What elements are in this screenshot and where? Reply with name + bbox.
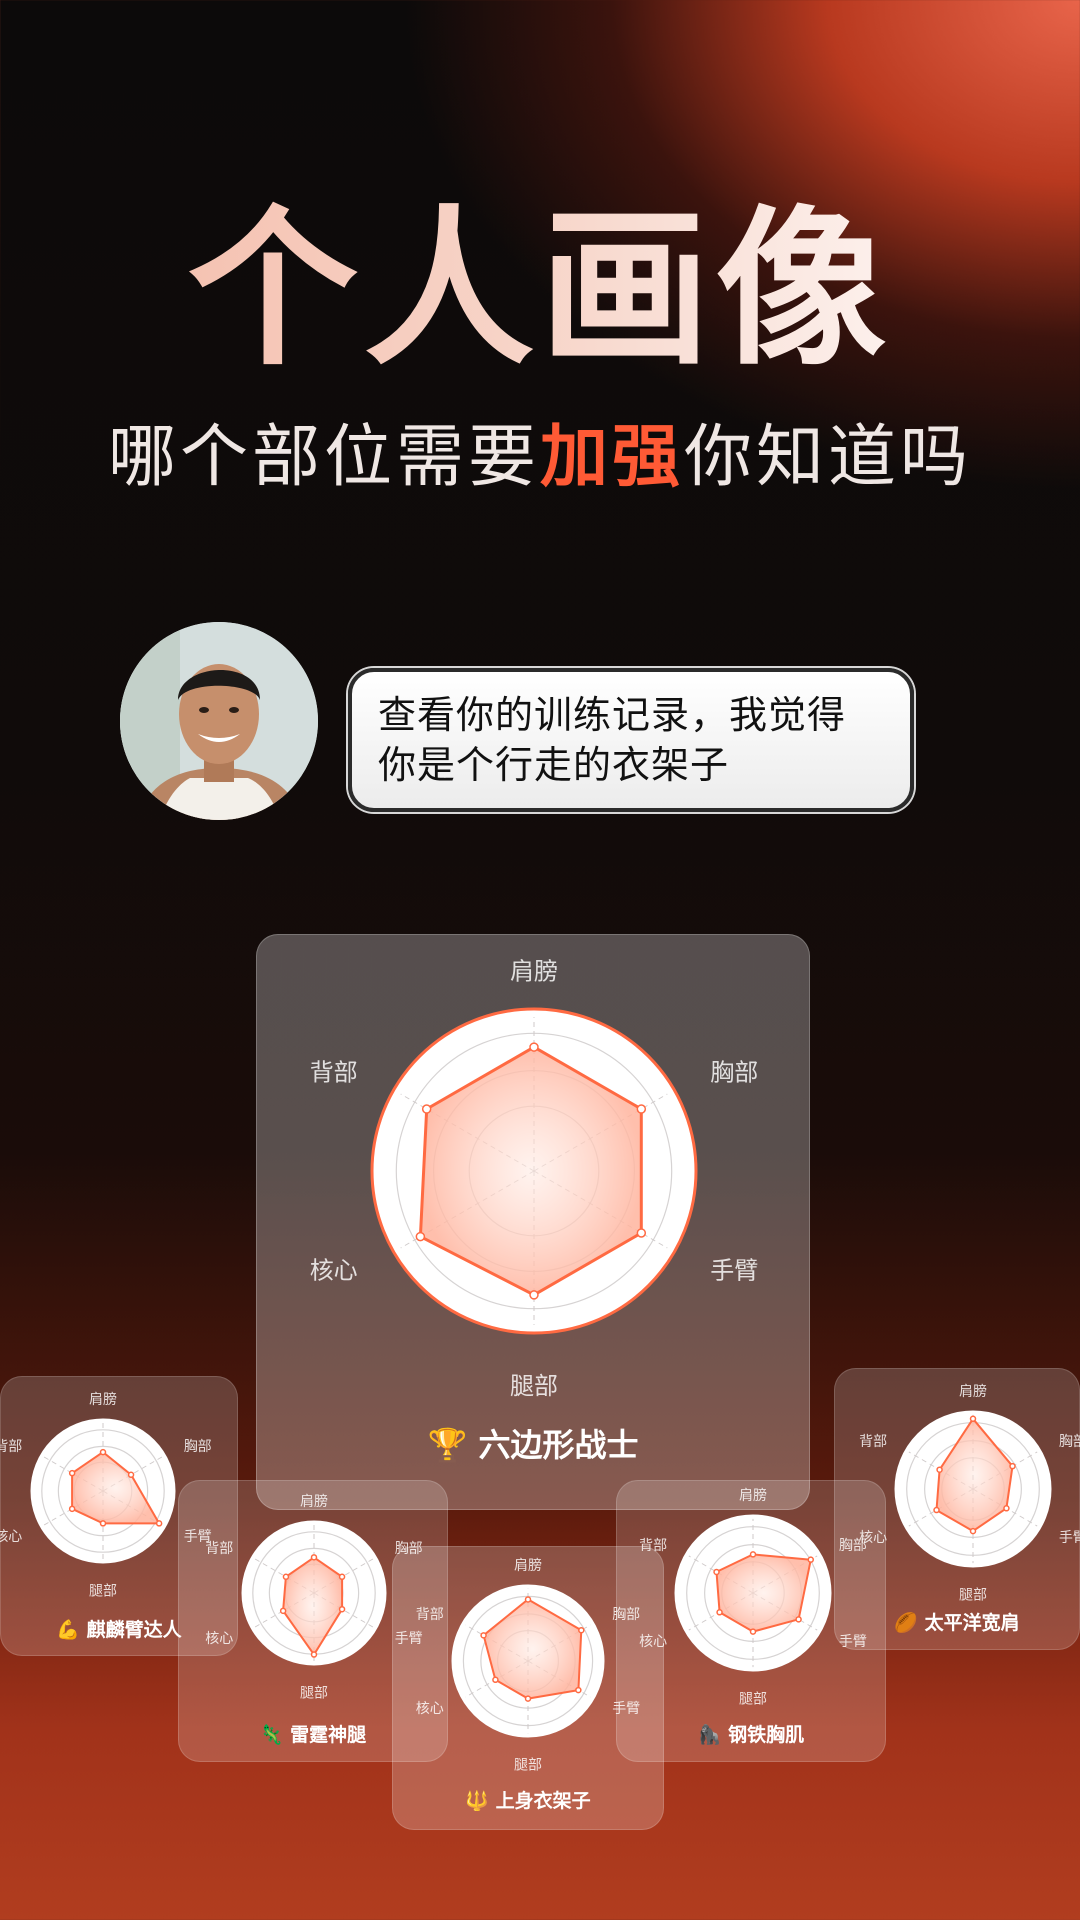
radar-card-upper[interactable]: 肩膀胸部手臂腿部 核心 背部 🔱 上身衣架子: [392, 1546, 664, 1830]
radar-card-main[interactable]: 肩膀胸部手臂腿部 核心 背部 🏆 六边形战士: [256, 934, 810, 1510]
trophy-icon: 🏆: [427, 1425, 479, 1464]
axis-label: 背部: [310, 1058, 358, 1086]
axis-label: 肩膀: [514, 1557, 542, 1574]
axis-label: 胸部: [184, 1439, 212, 1455]
radar-point: [421, 1104, 432, 1114]
rugby-ball-icon: 🏉: [894, 1611, 925, 1634]
axis-label: 胸部: [710, 1058, 758, 1086]
radar-point: [969, 1415, 977, 1423]
speech-line-1: 查看你的训练记录，我觉得: [378, 693, 847, 737]
radar-card-title: 🏆 六边形战士: [257, 1420, 809, 1466]
axis-label: 胸部: [1059, 1434, 1080, 1450]
axis-label: 肩膀: [959, 1383, 987, 1400]
radar-point: [492, 1676, 499, 1684]
flexed-biceps-icon: 💪: [56, 1618, 87, 1641]
axis-label: 腿部: [514, 1758, 542, 1774]
radar-point: [1009, 1462, 1016, 1470]
page-title: 个人画像: [0, 190, 1080, 390]
radar-point: [68, 1469, 76, 1477]
radar-point: [310, 1651, 318, 1658]
axis-label: 背部: [416, 1607, 444, 1623]
radar-point: [969, 1527, 977, 1535]
radar-point: [713, 1568, 720, 1576]
radar-card-title-text: 六边形战士: [478, 1425, 639, 1464]
axis-label: 背部: [859, 1434, 887, 1450]
radar-point: [1003, 1505, 1010, 1512]
radar-point: [807, 1556, 815, 1563]
axis-label: 肩膀: [510, 957, 558, 985]
gorilla-icon: 🦍: [697, 1723, 729, 1746]
axis-label: 手臂: [612, 1701, 640, 1717]
radar-point: [99, 1520, 107, 1527]
radar-point: [338, 1605, 346, 1613]
lizard-icon: 🦎: [259, 1723, 291, 1746]
radar-point: [282, 1573, 290, 1581]
page-subtitle: 哪个部位需要加强你知道吗: [0, 415, 1080, 501]
radar-point: [524, 1596, 532, 1603]
axis-label: 腿部: [300, 1686, 328, 1702]
radar-point: [99, 1448, 107, 1456]
axis-label: 胸部: [612, 1607, 640, 1623]
axis-label: 核心: [310, 1256, 358, 1284]
axis-label: 手臂: [839, 1634, 867, 1650]
radar-point: [578, 1626, 585, 1634]
radar-card-title-text: 上身衣架子: [495, 1789, 591, 1812]
axis-label: 核心: [416, 1701, 444, 1717]
axis-label: 腿部: [959, 1588, 987, 1604]
radar-point: [415, 1231, 426, 1242]
trident-icon: 🔱: [465, 1789, 496, 1812]
axis-label: 手臂: [1059, 1530, 1080, 1546]
axis-label: 核心: [205, 1631, 233, 1647]
axis-label: 背部: [205, 1541, 233, 1557]
axis-label: 肩膀: [89, 1391, 117, 1408]
radar-point: [936, 1466, 943, 1473]
radar-point: [636, 1104, 647, 1114]
radar-point: [127, 1471, 135, 1479]
coach-avatar: [120, 622, 318, 820]
subtitle-highlight: 加强: [539, 418, 684, 497]
coach-speech-bubble: 查看你的训练记录，我觉得 你是个行走的衣架子: [348, 668, 914, 812]
axis-label: 核心: [0, 1529, 22, 1545]
radar-point: [529, 1290, 539, 1300]
radar-point: [279, 1607, 287, 1615]
radar-point: [795, 1616, 802, 1623]
radar-card-title: 🔱 上身衣架子: [393, 1786, 663, 1813]
radar-point: [524, 1695, 532, 1702]
subtitle-part-1: 哪个部位需要: [107, 418, 540, 497]
radar-point: [310, 1554, 318, 1561]
axis-label: 腿部: [89, 1584, 117, 1600]
radar-point: [636, 1228, 647, 1238]
radar-card-title-text: 雷霆神腿: [290, 1723, 367, 1746]
axis-label: 手臂: [710, 1256, 758, 1284]
radar-point: [575, 1686, 582, 1694]
axis-label: 腿部: [510, 1372, 558, 1400]
radar-point: [749, 1551, 757, 1558]
axis-label: 背部: [0, 1439, 22, 1455]
radar-point: [480, 1632, 487, 1639]
radar-point: [749, 1628, 757, 1635]
avatar-portrait: [120, 622, 318, 820]
radar-point: [338, 1573, 346, 1581]
radar-card-title-text: 钢铁胸肌: [728, 1723, 805, 1746]
radar-point: [716, 1609, 723, 1616]
radar-point: [933, 1506, 940, 1514]
speech-line-2: 你是个行走的衣架子: [378, 743, 730, 787]
radar-card-title-text: 麒麟臂达人: [86, 1618, 182, 1641]
radar-point: [68, 1505, 76, 1513]
axis-label: 胸部: [839, 1538, 867, 1554]
axis-label: 腿部: [739, 1692, 767, 1708]
subtitle-part-2: 你知道吗: [684, 418, 973, 497]
radar-point: [529, 1042, 539, 1052]
radar-card-title-text: 太平洋宽肩: [924, 1611, 1020, 1634]
radar-point: [155, 1520, 163, 1527]
